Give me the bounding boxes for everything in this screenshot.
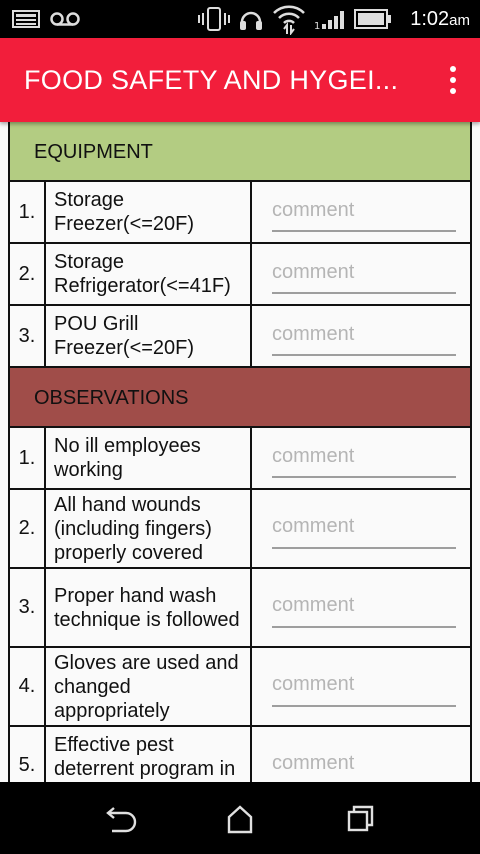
overflow-dot-icon [450, 66, 456, 72]
notification-image-icon [12, 10, 40, 28]
comment-cell [252, 182, 470, 242]
row-number: 1. [10, 428, 46, 488]
table-row: 3. Proper hand wash technique is followe… [8, 569, 472, 648]
section-title: OBSERVATIONS [34, 387, 189, 409]
wifi-icon [273, 5, 305, 35]
row-label: Storage Refrigerator(<=41F) [46, 244, 252, 304]
voicemail-icon [50, 12, 80, 26]
comment-cell [252, 428, 470, 488]
navigation-bar [0, 782, 480, 854]
row-label: Storage Freezer(<=20F) [46, 182, 252, 242]
row-number: 2. [10, 244, 46, 304]
row-number: 4. [10, 648, 46, 725]
section-header-observations: OBSERVATIONS [8, 368, 472, 428]
signal-icon: 1 [314, 11, 344, 30]
checklist-table: EQUIPMENT 1. Storage Freezer(<=20F) 2. S… [8, 122, 472, 782]
back-icon[interactable] [100, 802, 140, 836]
comment-input[interactable] [272, 745, 456, 782]
row-number: 3. [10, 306, 46, 366]
comment-cell [252, 727, 470, 782]
row-label: No ill employees working [46, 428, 252, 488]
table-row: 2. All hand wounds (including fingers) p… [8, 490, 472, 569]
clock-ampm: am [449, 12, 470, 29]
row-number: 1. [10, 182, 46, 242]
comment-input[interactable] [272, 316, 456, 356]
row-label: Gloves are used and changed appropriatel… [46, 648, 252, 725]
comment-input[interactable] [272, 254, 456, 294]
row-label: Proper hand wash technique is followed [46, 569, 252, 646]
overflow-dot-icon [450, 88, 456, 94]
table-row: 1. No ill employees working [8, 428, 472, 490]
recents-icon[interactable] [340, 802, 380, 836]
overflow-menu-button[interactable] [446, 66, 460, 94]
clock: 1:02am [410, 6, 470, 34]
status-bar: 1 1:02am [0, 0, 480, 38]
row-label: All hand wounds (including fingers) prop… [46, 490, 252, 567]
battery-icon [354, 9, 391, 29]
comment-input[interactable] [272, 508, 456, 549]
section-title: EQUIPMENT [34, 141, 153, 163]
table-row: 4. Gloves are used and changed appropria… [8, 648, 472, 727]
table-row: 1. Storage Freezer(<=20F) [8, 182, 472, 244]
comment-cell [252, 490, 470, 567]
headset-icon [240, 11, 262, 30]
comment-input[interactable] [272, 666, 456, 707]
comment-cell [252, 569, 470, 646]
checklist-scroll-area[interactable]: EQUIPMENT 1. Storage Freezer(<=20F) 2. S… [0, 122, 480, 782]
row-number: 5. [10, 727, 46, 782]
table-row: 5. Effective pest deterrent program in [8, 727, 472, 782]
row-number: 3. [10, 569, 46, 646]
comment-input[interactable] [272, 587, 456, 628]
section-header-equipment: EQUIPMENT [8, 122, 472, 182]
app-bar: FOOD SAFETY AND HYGEI... [0, 38, 480, 122]
home-icon[interactable] [220, 802, 260, 836]
row-label: Effective pest deterrent program in [46, 727, 252, 782]
table-row: 2. Storage Refrigerator(<=41F) [8, 244, 472, 306]
comment-cell [252, 244, 470, 304]
comment-input[interactable] [272, 438, 456, 478]
comment-cell [252, 306, 470, 366]
overflow-dot-icon [450, 77, 456, 83]
comment-cell [252, 648, 470, 725]
page-title: FOOD SAFETY AND HYGEI... [24, 65, 399, 95]
row-number: 2. [10, 490, 46, 567]
clock-time: 1:02 [410, 8, 450, 30]
row-label: POU Grill Freezer(<=20F) [46, 306, 252, 366]
vibrate-icon [198, 7, 230, 31]
table-row: 3. POU Grill Freezer(<=20F) [8, 306, 472, 368]
svg-text:1: 1 [314, 21, 320, 30]
comment-input[interactable] [272, 192, 456, 232]
